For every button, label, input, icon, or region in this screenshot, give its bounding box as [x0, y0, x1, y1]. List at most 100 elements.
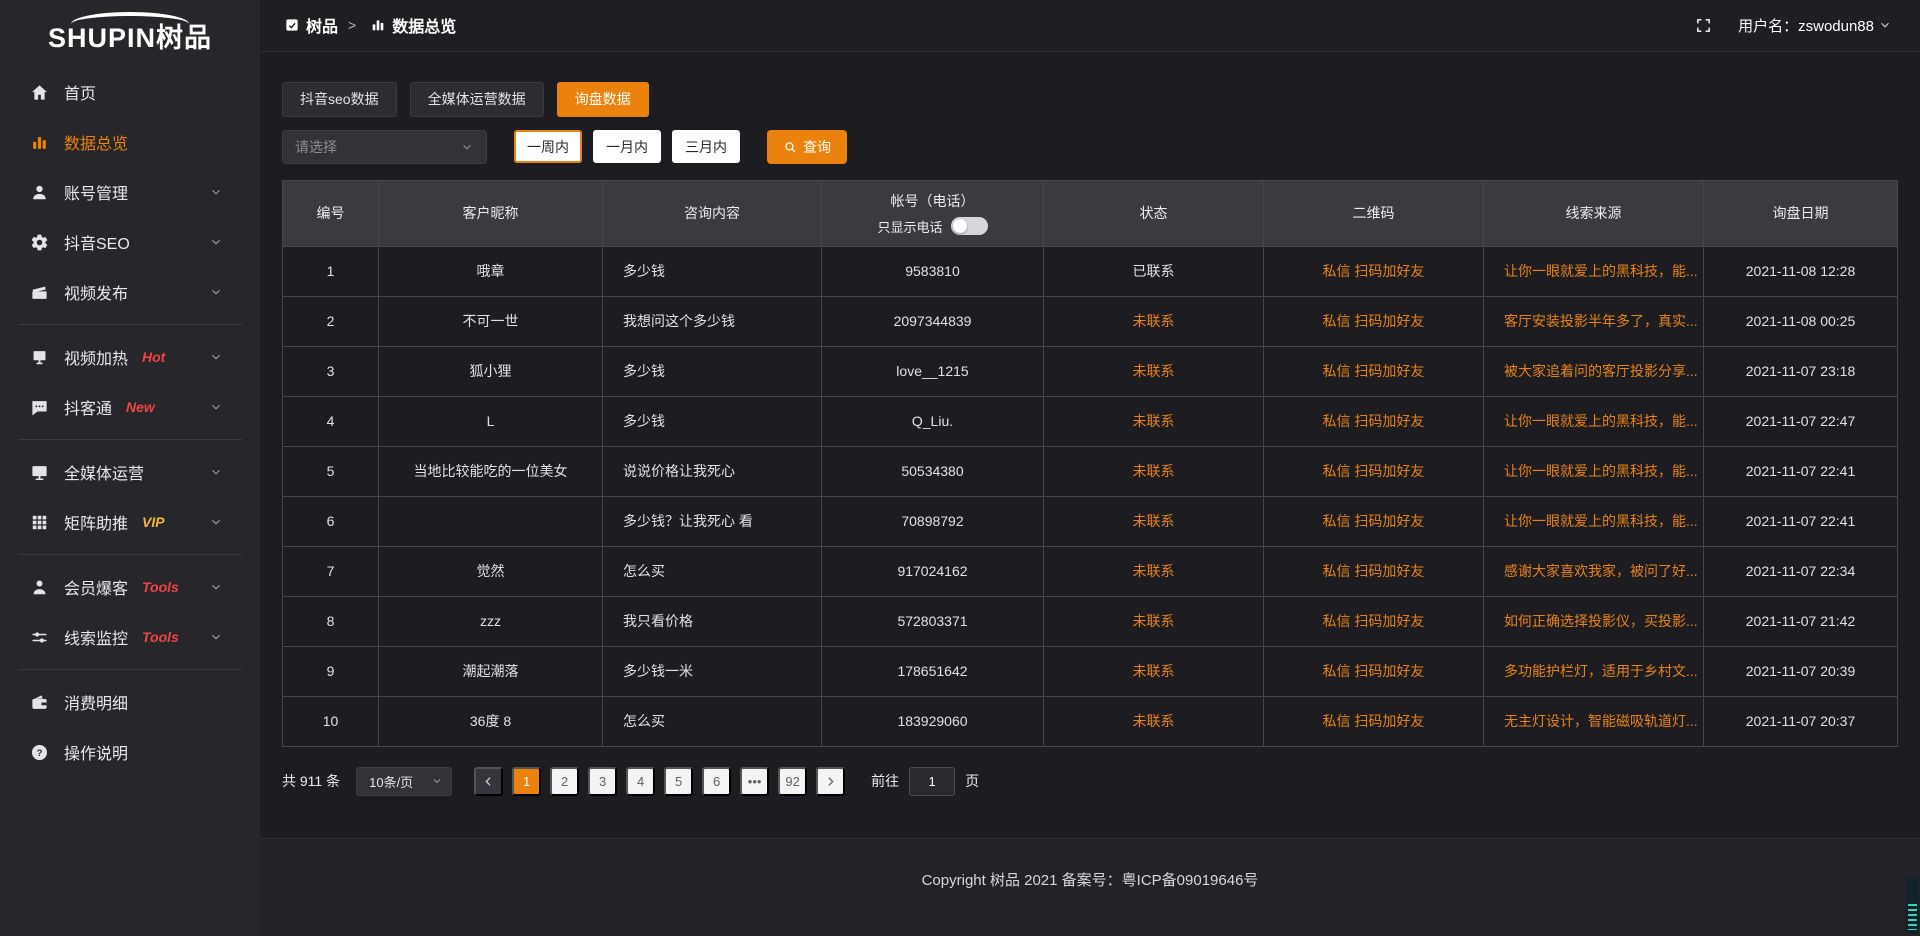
- sidebar-item-seo[interactable]: 抖音SEO: [0, 217, 260, 267]
- cell-id: 3: [283, 347, 379, 397]
- cell-source[interactable]: 让你一眼就爱上的黑科技，能...: [1484, 397, 1704, 447]
- page-size-select[interactable]: 10条/页: [356, 767, 452, 796]
- wallet-icon: [30, 693, 49, 712]
- cell-qr-links[interactable]: 私信 扫码加好友: [1264, 247, 1484, 297]
- cell-qr-links[interactable]: 私信 扫码加好友: [1264, 297, 1484, 347]
- sidebar-item-heat[interactable]: 视频加热Hot: [0, 332, 260, 382]
- filter-select-placeholder: 请选择: [295, 137, 337, 157]
- range-button-一月内[interactable]: 一月内: [593, 130, 661, 163]
- cell-id: 10: [283, 697, 379, 747]
- date-range-buttons: 一周内一月内三月内: [514, 130, 740, 163]
- cell-nickname: 36度 8: [379, 697, 603, 747]
- pagination-page-4[interactable]: 4: [626, 767, 655, 796]
- cell-qr-links[interactable]: 私信 扫码加好友: [1264, 347, 1484, 397]
- cell-date: 2021-11-07 20:39: [1704, 647, 1897, 697]
- cell-account: 917024162: [822, 547, 1044, 597]
- breadcrumb-page[interactable]: 数据总览: [392, 13, 456, 37]
- sidebar-item-expense[interactable]: 消费明细: [0, 677, 260, 727]
- cell-date: 2021-11-07 23:18: [1704, 347, 1897, 397]
- cell-nickname: 狐小狸: [379, 347, 603, 397]
- sidebar-item-overview[interactable]: 数据总览: [0, 117, 260, 167]
- sidebar-item-home[interactable]: 首页: [0, 67, 260, 117]
- sidebar: SHUPIN树品 首页数据总览账号管理抖音SEO 视频发布视频加热Hot抖客通Ne…: [0, 0, 260, 936]
- column-header-label: 客户昵称: [463, 203, 519, 223]
- tab-全媒体运营数据[interactable]: 全媒体运营数据: [410, 82, 544, 117]
- sidebar-item-matrix[interactable]: 矩阵助推VIP: [0, 497, 260, 547]
- range-button-三月内[interactable]: 三月内: [672, 130, 740, 163]
- cell-qr-links[interactable]: 私信 扫码加好友: [1264, 547, 1484, 597]
- tab-询盘数据[interactable]: 询盘数据: [557, 82, 649, 117]
- sidebar-item-badge: Tools: [142, 579, 179, 595]
- cell-source[interactable]: 让你一眼就爱上的黑科技，能...: [1484, 247, 1704, 297]
- cell-id: 2: [283, 297, 379, 347]
- sidebar-item-badge: Hot: [142, 349, 165, 365]
- search-button[interactable]: 查询: [767, 130, 847, 164]
- cell-qr-links[interactable]: 私信 扫码加好友: [1264, 447, 1484, 497]
- sidebar-item-label: 会员爆客: [64, 575, 128, 599]
- column-header-状态: 状态: [1044, 181, 1264, 247]
- table-body: 1哦章多少钱9583810已联系私信 扫码加好友让你一眼就爱上的黑科技，能...…: [283, 247, 1897, 747]
- goto-page-input[interactable]: [909, 767, 955, 796]
- cell-source[interactable]: 客厅安装投影半年多了，真实...: [1484, 297, 1704, 347]
- sidebar-item-account[interactable]: 账号管理: [0, 167, 260, 217]
- pagination-ellipsis[interactable]: •••: [740, 767, 769, 796]
- phone-toggle-label: 只显示电话: [877, 217, 942, 236]
- monitor-icon: [30, 463, 49, 482]
- cell-source[interactable]: 让你一眼就爱上的黑科技，能...: [1484, 497, 1704, 547]
- cell-content: 我想问这个多少钱: [603, 297, 822, 347]
- cell-qr-links[interactable]: 私信 扫码加好友: [1264, 647, 1484, 697]
- cell-account: 2097344839: [822, 297, 1044, 347]
- column-header-label: 状态: [1140, 203, 1168, 223]
- sidebar-item-manual[interactable]: ?操作说明: [0, 727, 260, 777]
- cell-account: 50534380: [822, 447, 1044, 497]
- breadcrumb-app-icon: [284, 17, 300, 33]
- cell-nickname: L: [379, 397, 603, 447]
- tab-抖音seo数据[interactable]: 抖音seo数据: [282, 82, 397, 117]
- cell-source[interactable]: 让你一眼就爱上的黑科技，能...: [1484, 447, 1704, 497]
- column-header-询盘日期: 询盘日期: [1704, 181, 1897, 247]
- sidebar-item-douketong[interactable]: 抖客通New: [0, 382, 260, 432]
- cell-qr-links[interactable]: 私信 扫码加好友: [1264, 497, 1484, 547]
- pagination-page-5[interactable]: 5: [664, 767, 693, 796]
- cell-qr-links[interactable]: 私信 扫码加好友: [1264, 397, 1484, 447]
- filter-select[interactable]: 请选择: [282, 130, 487, 164]
- logo-text: SHUPIN树品: [48, 25, 212, 52]
- pagination-page-2[interactable]: 2: [550, 767, 579, 796]
- cell-source[interactable]: 多功能护栏灯，适用于乡村文...: [1484, 647, 1704, 697]
- table-row: 1036度 8怎么买183929060未联系私信 扫码加好友无主灯设计，智能磁吸…: [283, 697, 1897, 747]
- cell-source[interactable]: 被大家追着问的客厅投影分享...: [1484, 347, 1704, 397]
- range-button-一周内[interactable]: 一周内: [514, 130, 582, 163]
- table-row: 8zzz我只看价格572803371未联系私信 扫码加好友如何正确选择投影仪，买…: [283, 597, 1897, 647]
- sidebar-item-member[interactable]: 会员爆客 Tools: [0, 562, 260, 612]
- breadcrumb-app[interactable]: 树品: [306, 13, 338, 37]
- cell-source[interactable]: 无主灯设计，智能磁吸轨道灯...: [1484, 697, 1704, 747]
- cell-source[interactable]: 如何正确选择投影仪，买投影...: [1484, 597, 1704, 647]
- cell-nickname: 哦章: [379, 247, 603, 297]
- fullscreen-icon[interactable]: [1695, 17, 1712, 34]
- cell-id: 7: [283, 547, 379, 597]
- chevron-down-icon: [209, 285, 223, 299]
- phone-only-toggle[interactable]: [951, 217, 988, 235]
- sidebar-item-label: 视频发布: [64, 280, 128, 304]
- sidebar-item-publish[interactable]: 视频发布: [0, 267, 260, 317]
- cell-qr-links[interactable]: 私信 扫码加好友: [1264, 597, 1484, 647]
- cell-source[interactable]: 感谢大家喜欢我家，被问了好...: [1484, 547, 1704, 597]
- sidebar-divider: [18, 439, 242, 440]
- pagination-page-92[interactable]: 92: [778, 767, 807, 796]
- pagination-page-1[interactable]: 1: [512, 767, 541, 796]
- sidebar-item-media[interactable]: 全媒体运营: [0, 447, 260, 497]
- cell-qr-links[interactable]: 私信 扫码加好友: [1264, 697, 1484, 747]
- home-icon: [30, 83, 49, 102]
- pagination-prev-button[interactable]: [474, 767, 503, 796]
- cell-id: 9: [283, 647, 379, 697]
- sliders-icon: [30, 628, 49, 647]
- column-header-二维码: 二维码: [1264, 181, 1484, 247]
- sidebar-item-clue[interactable]: 线索监控Tools: [0, 612, 260, 662]
- column-header-label: 编号: [317, 203, 345, 223]
- pagination-page-6[interactable]: 6: [702, 767, 731, 796]
- pagination-page-3[interactable]: 3: [588, 767, 617, 796]
- pagination-next-button[interactable]: [816, 767, 845, 796]
- cell-content: 多少钱: [603, 347, 822, 397]
- user-menu[interactable]: 用户名：zswodun88: [1738, 15, 1892, 36]
- cell-account: 183929060: [822, 697, 1044, 747]
